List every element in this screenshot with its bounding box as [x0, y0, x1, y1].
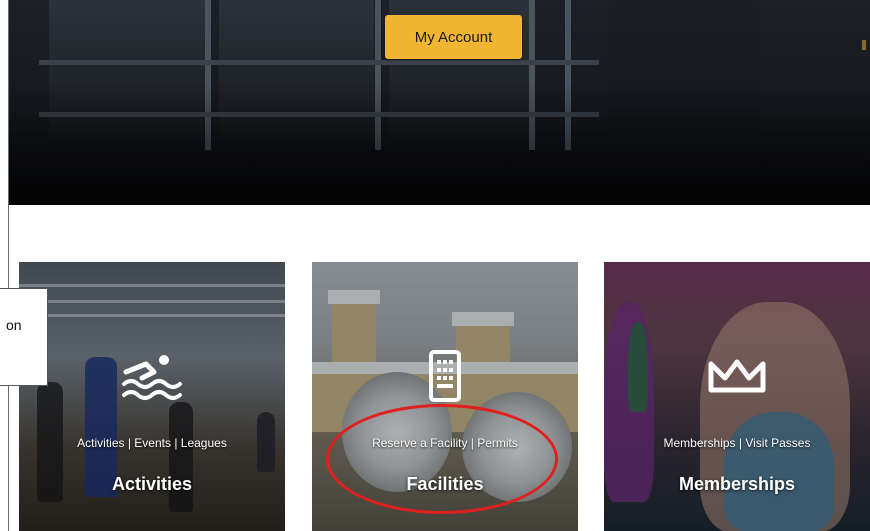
facilities-subtitle: Reserve a Facility | Permits: [372, 436, 518, 450]
memberships-card[interactable]: Memberships | Visit Passes Memberships: [604, 262, 870, 531]
activities-subtitle: Activities | Events | Leagues: [77, 436, 227, 450]
my-account-button[interactable]: My Account: [385, 15, 522, 59]
activities-title[interactable]: Activities: [19, 474, 285, 495]
facilities-title[interactable]: Facilities: [312, 474, 578, 495]
activities-card[interactable]: Activities | Events | Leagues Activities: [19, 262, 285, 531]
memberships-title[interactable]: Memberships: [604, 474, 870, 495]
hero-edge-mark: [862, 40, 866, 50]
building-icon: [429, 350, 461, 402]
facilities-card[interactable]: Reserve a Facility | Permits Facilities: [312, 262, 578, 531]
crown-icon: [708, 359, 766, 393]
callout-text: on: [6, 317, 22, 333]
callout-box: on: [0, 288, 48, 386]
memberships-subtitle: Memberships | Visit Passes: [663, 436, 811, 450]
swimmer-icon: [122, 355, 182, 400]
hero-banner: My Account: [9, 0, 870, 205]
